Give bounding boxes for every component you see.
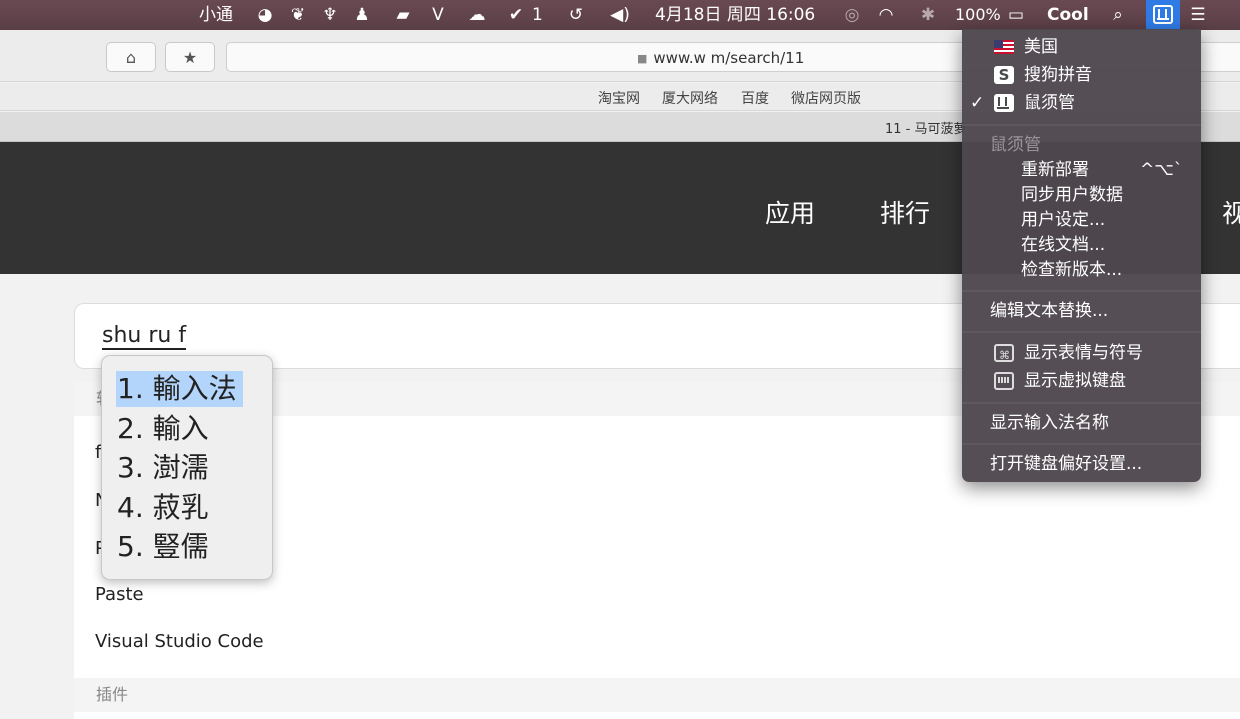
vue-icon[interactable]: ♆ [320,5,340,25]
keyboard-icon [994,372,1014,390]
monitor-icon[interactable]: ▰ [393,5,413,25]
menubar-app-name[interactable]: 小通 [199,0,233,30]
nav-item-apps[interactable]: 应用 [765,194,815,230]
home-button[interactable]: ⌂ [106,42,156,72]
menu-section-label: 鼠须管 [990,135,1041,155]
menu-separator [962,290,1201,292]
list-item[interactable]: Paste [95,584,144,605]
url-text: www.w m/search/11 [653,49,805,67]
address-text-wrap: ■ www.w m/search/11 [637,49,804,67]
menu-item-label: 搜狗拼音 [1024,65,1092,85]
search-assistant-icon[interactable]: ◎ [842,5,862,25]
squirrel-icon [994,94,1014,112]
vivaldi-icon[interactable]: V [428,5,448,25]
input-source-menu-extra[interactable] [1146,0,1180,30]
evernote-icon[interactable]: ❦ [288,5,308,25]
menu-item-label: 鼠须管 [1024,93,1075,113]
menu-item-keyboard-prefs[interactable]: 打开键盘偏好设置... [962,451,1201,477]
menu-item-label: 重新部署 [1021,160,1089,180]
menu-item-label: 同步用户数据 [1021,185,1123,205]
bluetooth-icon[interactable]: ✱ [918,5,938,25]
bookmark-item[interactable]: 百度 [741,88,769,108]
notification-center-icon[interactable]: ☰ [1188,5,1208,25]
wechat-icon[interactable]: ☁ [467,5,487,25]
us-flag-icon [994,40,1014,54]
bookmark-item[interactable]: 淘宝网 [598,88,640,108]
ime-candidate[interactable]: 5. 豎儒 [116,529,215,565]
menu-item-show-emoji[interactable]: 显示表情与符号 [962,340,1201,369]
menu-item-shortcut: ^⌥` [1140,160,1183,180]
lock-icon: ■ [637,52,648,65]
menu-item-show-input-name[interactable]: 显示输入法名称 [962,410,1201,436]
home-icon: ⌂ [125,47,137,67]
ime-candidate[interactable]: 4. 菽乳 [116,490,215,526]
bookmark-button[interactable]: ★ [165,42,215,72]
menu-separator [962,443,1201,445]
menu-separator [962,402,1201,404]
menu-item-show-keyboard[interactable]: 显示虚拟键盘 [962,368,1201,394]
ime-candidate-window: 1. 輸入法 2. 輸入 3. 澍濡 4. 菽乳 5. 豎儒 [101,355,273,580]
emoji-viewer-icon [994,343,1014,369]
menu-item-edit-text-replacement[interactable]: 编辑文本替换... [962,298,1201,324]
menu-item-redeploy[interactable]: 重新部署 ^⌥` [962,157,1201,183]
search-input-text: shu ru f [102,323,187,350]
ime-candidate[interactable]: 2. 輸入 [116,411,215,447]
menu-item-label: 打开键盘偏好设置... [990,454,1143,474]
bookmark-star-icon: ★ [182,47,198,67]
nav-item-ranking[interactable]: 排行 [880,194,930,230]
sogou-icon: S [994,66,1014,84]
menu-section-header: 鼠须管 [962,132,1201,158]
list-item[interactable]: Visual Studio Code [95,631,264,652]
wifi-icon[interactable]: ◠ [876,5,896,25]
menu-item-label: 美国 [1024,37,1058,57]
menu-item-docs[interactable]: 在线文档... [962,232,1201,258]
tasks-check-icon[interactable]: ✔ [506,5,526,25]
bookmark-item[interactable]: 微店网页版 [791,88,861,108]
menu-item-sync[interactable]: 同步用户数据 [962,182,1201,208]
menubar-user[interactable]: Cool [1047,0,1089,30]
menu-item-label: 编辑文本替换... [990,301,1109,321]
menu-item-squirrel[interactable]: ✓ 鼠须管 [962,90,1201,116]
menu-item-check-update[interactable]: 检查新版本... [962,257,1201,283]
input-source-dropdown: 美国 S 搜狗拼音 ✓ 鼠须管 鼠须管 重新部署 ^⌥` 同步用户数据 用户设定… [962,29,1201,482]
time-machine-icon[interactable]: ↺ [566,5,586,25]
menubar-datetime[interactable]: 4月18日 周四 16:06 [655,0,815,30]
qq-icon[interactable]: ♟ [352,5,372,25]
menu-item-sogou[interactable]: S 搜狗拼音 [962,62,1201,88]
menu-item-label: 在线文档... [1021,235,1106,255]
battery-icon[interactable]: ▭ [1001,5,1031,25]
squirrel-icon [1153,5,1173,24]
menu-item-label: 用户设定... [1021,210,1106,230]
menu-item-us[interactable]: 美国 [962,34,1201,60]
spotlight-search-icon[interactable]: ⌕ [1108,5,1128,25]
menu-separator [962,124,1201,126]
menu-item-label: 显示输入法名称 [990,413,1109,433]
volume-icon[interactable]: ◀) [610,5,630,25]
menu-item-label: 检查新版本... [1021,260,1123,280]
pacman-icon[interactable]: ◕ [255,5,275,25]
nav-item-video[interactable]: 视 [1222,194,1240,230]
menu-bar: 小通 ◕ ❦ ♆ ♟ ▰ V ☁ ✔ 1 ↺ ◀) 4月18日 周四 16:06… [0,0,1240,30]
tab-title[interactable]: 11 - 马可菠萝 [885,118,967,137]
section-label-plugins: 插件 [74,678,1240,712]
bookmark-item[interactable]: 厦大网络 [662,88,718,108]
menu-item-label: 显示表情与符号 [1024,343,1143,363]
menu-item-label: 显示虚拟键盘 [1024,371,1126,391]
ime-candidate[interactable]: 3. 澍濡 [116,450,215,486]
checkmark-icon: ✓ [970,93,985,113]
menu-item-settings[interactable]: 用户设定... [962,207,1201,233]
battery-percent: 100% [955,5,1001,24]
ime-candidate[interactable]: 1. 輸入法 [116,371,243,407]
menu-separator [962,331,1201,333]
tasks-count: 1 [532,5,543,25]
